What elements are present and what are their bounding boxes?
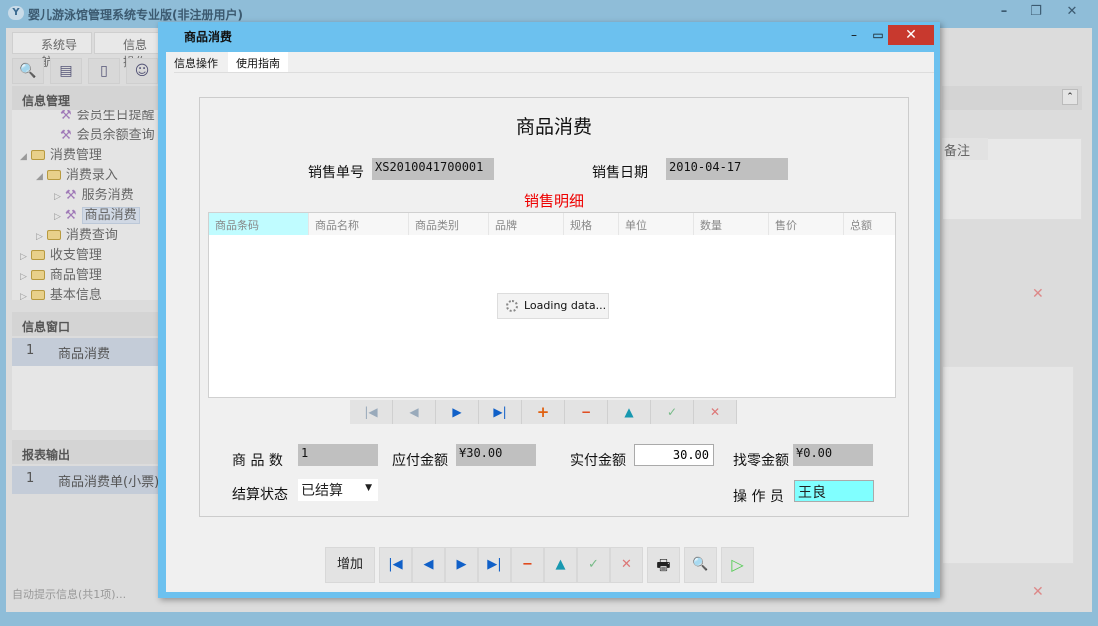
- folder-icon: [31, 270, 45, 280]
- folder-icon: [47, 170, 61, 180]
- add-icon[interactable]: +: [522, 400, 565, 424]
- document-icon[interactable]: ▯: [88, 58, 120, 84]
- date-field: 2010-04-17: [666, 158, 788, 180]
- last-icon[interactable]: ▶|: [478, 547, 511, 583]
- cancel-icon[interactable]: ✕: [1032, 584, 1044, 600]
- next-icon[interactable]: ▶: [445, 547, 478, 583]
- grid-navigator: |◀ ◀ ▶ ▶| + − ▲ ✓ ✕: [350, 400, 737, 424]
- list-icon[interactable]: ▤: [50, 58, 82, 84]
- cancel-icon[interactable]: ✕: [610, 547, 643, 583]
- nav-tree: ⚒会员生日提醒 ⚒会员余额查询 ◢消费管理 ◢消费录入 ▷⚒服务消费 ▷⚒商品消…: [12, 110, 162, 300]
- minimize-icon[interactable]: –: [990, 4, 1018, 22]
- paid-input[interactable]: [634, 444, 714, 466]
- tab-guide[interactable]: 使用指南: [228, 52, 288, 72]
- close-button[interactable]: ✕: [888, 25, 934, 45]
- edit-icon[interactable]: ▲: [544, 547, 577, 583]
- play-icon[interactable]: ▷: [721, 547, 754, 583]
- cancel-icon[interactable]: ✕: [694, 400, 737, 424]
- tree-item[interactable]: ◢消费录入: [36, 164, 118, 183]
- section-report: 报表输出: [12, 440, 162, 464]
- tab-info-ops[interactable]: 信息操作: [94, 32, 164, 54]
- grid-header: 商品条码 商品名称 商品类别 品牌 规格 单位 数量 售价 总额: [209, 213, 895, 235]
- cancel-icon[interactable]: ✕: [1032, 286, 1044, 302]
- print-icon[interactable]: 🖶: [647, 547, 680, 583]
- delete-icon[interactable]: −: [565, 400, 608, 424]
- section-info-window: 信息窗口: [12, 312, 162, 336]
- tree-item-selected[interactable]: ▷⚒商品消费: [54, 204, 140, 223]
- list-item[interactable]: 1商品消费单(小票): [12, 466, 162, 494]
- maximize-icon[interactable]: ▭: [866, 25, 890, 45]
- list-item[interactable]: 1商品消费: [12, 338, 162, 366]
- column-header[interactable]: 品牌: [489, 213, 564, 235]
- chevron-down-icon: ▼: [365, 483, 372, 493]
- tree-item[interactable]: ⚒会员余额查询: [60, 124, 155, 143]
- column-header[interactable]: 商品名称: [309, 213, 409, 235]
- column-header[interactable]: 总额: [844, 213, 895, 235]
- folder-icon: [31, 290, 45, 300]
- form-group: 商品消费 销售单号 XS2010041700001 销售日期 2010-04-1…: [199, 97, 909, 517]
- product-consumption-dialog: 商品消费 – ▭ ✕ 信息操作 使用指南 商品消费 销售单号 XS2010041…: [158, 22, 940, 598]
- edit-icon[interactable]: ▲: [608, 400, 651, 424]
- column-header[interactable]: 数量: [694, 213, 769, 235]
- tree-item[interactable]: ◢消费管理: [20, 144, 102, 163]
- tab-info-ops[interactable]: 信息操作: [166, 52, 226, 72]
- prev-icon[interactable]: ◀: [393, 400, 436, 424]
- maximize-icon[interactable]: ❐: [1022, 4, 1050, 22]
- column-header[interactable]: 单位: [619, 213, 694, 235]
- tree-item[interactable]: ▷⚒服务消费: [54, 184, 134, 203]
- spinner-icon: [506, 300, 518, 312]
- detail-title: 销售明细: [200, 190, 908, 211]
- last-icon[interactable]: ▶|: [479, 400, 522, 424]
- tree-item[interactable]: ▷收支管理: [20, 244, 102, 263]
- detail-grid: 商品条码 商品名称 商品类别 品牌 规格 单位 数量 售价 总额 Loading…: [208, 212, 896, 398]
- right-pane: ⌃ 备注 ✕ ✕: [942, 86, 1088, 626]
- user-icon[interactable]: ☺: [126, 58, 158, 84]
- print-preview-icon[interactable]: 🔍: [684, 547, 717, 583]
- first-icon[interactable]: |◀: [350, 400, 393, 424]
- close-icon[interactable]: ✕: [1058, 4, 1086, 22]
- tool-icon: ⚒: [65, 188, 77, 203]
- tree-item[interactable]: ⚒会员生日提醒: [60, 110, 155, 123]
- column-header[interactable]: 售价: [769, 213, 844, 235]
- delete-icon[interactable]: −: [511, 547, 544, 583]
- app-logo-icon: Y: [8, 6, 24, 20]
- tool-icon: ⚒: [65, 208, 77, 223]
- tool-icon: ⚒: [60, 128, 72, 143]
- folder-icon: [31, 150, 45, 160]
- tree-item[interactable]: ▷消费查询: [36, 224, 118, 243]
- status-text: 自动提示信息(共1项)...: [12, 586, 126, 602]
- column-header[interactable]: 商品条码: [209, 213, 309, 235]
- settle-select[interactable]: 已结算▼: [298, 479, 378, 501]
- count-field: 1: [298, 444, 378, 466]
- column-header: 备注: [942, 138, 988, 160]
- form-title: 商品消费: [200, 112, 908, 139]
- confirm-icon[interactable]: ✓: [651, 400, 694, 424]
- confirm-icon[interactable]: ✓: [577, 547, 610, 583]
- collapse-icon[interactable]: ⌃: [1062, 89, 1078, 105]
- prev-icon[interactable]: ◀: [412, 547, 445, 583]
- minimize-icon[interactable]: –: [842, 25, 866, 45]
- dialog-title: 商品消费: [184, 28, 232, 45]
- next-icon[interactable]: ▶: [436, 400, 479, 424]
- order-no-field: XS2010041700001: [372, 158, 494, 180]
- column-header[interactable]: 规格: [564, 213, 619, 235]
- operator-field: 王良: [794, 480, 874, 502]
- first-icon[interactable]: |◀: [379, 547, 412, 583]
- folder-icon: [47, 230, 61, 240]
- column-header[interactable]: 商品类别: [409, 213, 489, 235]
- tool-icon: ⚒: [60, 110, 72, 123]
- folder-icon: [31, 250, 45, 260]
- change-field: ¥0.00: [793, 444, 873, 466]
- search-icon[interactable]: 🔍: [12, 58, 44, 84]
- due-field: ¥30.00: [456, 444, 536, 466]
- tree-item[interactable]: ▷商品管理: [20, 264, 102, 283]
- tree-item[interactable]: ▷基本信息: [20, 284, 102, 300]
- app-title: 婴儿游泳馆管理系统专业版(非注册用户): [28, 6, 243, 23]
- bottom-toolbar: 增加 |◀ ◀ ▶ ▶| − ▲ ✓ ✕ 🖶 🔍 ▷: [325, 547, 765, 585]
- tab-system-nav[interactable]: 系统导航: [12, 32, 92, 54]
- section-info-manage: 信息管理: [12, 86, 162, 110]
- add-button[interactable]: 增加: [325, 547, 375, 583]
- loading-indicator: Loading data...: [497, 293, 609, 319]
